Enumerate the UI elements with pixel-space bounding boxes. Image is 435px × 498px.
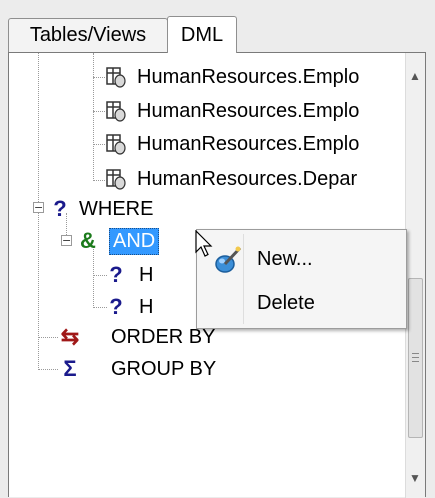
context-new-item[interactable]: New... xyxy=(257,248,313,271)
tree-line xyxy=(93,247,94,308)
tree-item-table[interactable]: HumanResources.Emplo xyxy=(105,97,359,125)
tree-line xyxy=(93,307,107,308)
tree-item-and[interactable]: & AND xyxy=(77,227,160,255)
grip-line xyxy=(412,361,419,362)
sort-arrows-icon: ⇆ xyxy=(60,324,80,349)
tree-item-table[interactable]: HumanResources.Emplo xyxy=(105,63,359,91)
condition-label: H xyxy=(139,263,154,286)
tree-line xyxy=(93,275,107,276)
grip-line xyxy=(412,353,419,354)
mouse-cursor-icon xyxy=(195,230,213,257)
tree-item-order-by[interactable]: ⇆ ORDER BY xyxy=(59,323,216,351)
table-name: HumanResources.Emplo xyxy=(137,65,360,88)
grip-line xyxy=(412,357,419,358)
tree-line xyxy=(93,180,105,181)
question-icon: ? xyxy=(109,294,123,319)
tree-item-table[interactable]: HumanResources.Depar xyxy=(105,165,357,193)
table-icon xyxy=(106,169,126,190)
where-label: WHERE xyxy=(79,197,154,220)
condition-label: H xyxy=(139,295,154,318)
tree-line xyxy=(38,369,58,370)
tab-bar: Tables/Views DML xyxy=(0,0,435,53)
table-icon xyxy=(106,134,126,155)
tree-item-where[interactable]: ? WHERE xyxy=(51,195,153,223)
table-name: HumanResources.Emplo xyxy=(137,99,360,122)
table-icon xyxy=(106,101,126,122)
collapse-toggle[interactable]: − xyxy=(61,235,72,246)
tree-item-condition[interactable]: ? H xyxy=(107,261,153,289)
tab-dml[interactable]: DML xyxy=(167,16,237,53)
question-icon: ? xyxy=(109,262,123,287)
tree-line xyxy=(93,53,94,181)
vertical-scrollbar[interactable]: ▲ ▼ xyxy=(405,53,425,498)
sigma-icon: Σ xyxy=(63,356,77,381)
tree-line xyxy=(38,337,58,338)
collapse-toggle[interactable]: − xyxy=(33,202,44,213)
context-menu-separator xyxy=(243,234,244,324)
scrollbar-thumb[interactable] xyxy=(408,278,423,438)
tree-line xyxy=(93,77,105,78)
context-delete-item[interactable]: Delete xyxy=(257,292,315,315)
scroll-down-icon[interactable]: ▼ xyxy=(409,471,421,485)
tab-tables-views[interactable]: Tables/Views xyxy=(8,18,168,52)
question-icon: ? xyxy=(53,196,67,221)
table-name: HumanResources.Depar xyxy=(137,167,358,190)
group-by-label: GROUP BY xyxy=(111,357,217,380)
table-icon xyxy=(106,67,126,88)
context-menu: New... Delete xyxy=(196,229,407,329)
new-item-wand-icon xyxy=(215,246,242,273)
tree-item-table[interactable]: HumanResources.Emplo xyxy=(105,130,359,158)
scroll-up-icon[interactable]: ▲ xyxy=(409,69,421,83)
table-name: HumanResources.Emplo xyxy=(137,132,360,155)
tree-line xyxy=(93,144,105,145)
tree-item-condition[interactable]: ? H xyxy=(107,293,153,321)
ampersand-icon: & xyxy=(80,228,96,253)
tree-line xyxy=(93,111,105,112)
and-label-selected: AND xyxy=(109,227,160,255)
tree-item-group-by[interactable]: Σ GROUP BY xyxy=(59,355,216,383)
